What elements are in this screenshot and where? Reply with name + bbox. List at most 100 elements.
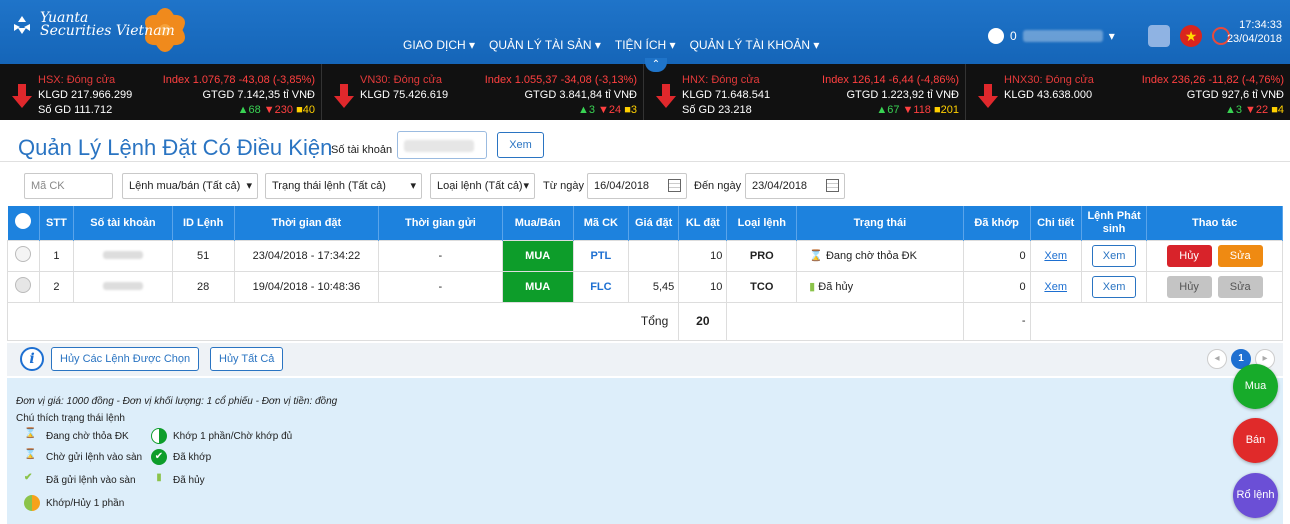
account-select[interactable] <box>397 131 487 159</box>
bulk-action-bar: i Hủy Các Lệnh Được Chọn Hủy Tất Cả ◂ 1 … <box>7 343 1283 376</box>
row-select-radio[interactable] <box>15 277 32 293</box>
cell-order-time: 19/04/2018 - 10:48:36 <box>233 270 380 303</box>
status-select[interactable]: Trạng thái lệnh (Tất cả) ▾ <box>265 173 422 199</box>
units-note: Đơn vị giá: 1000 đồng - Đơn vị khối lượn… <box>16 396 338 407</box>
user-account-prefix: 0 <box>1010 29 1017 43</box>
ticker-value: GTGD 927,6 tỉ VNĐ <box>1186 89 1284 101</box>
cell-generated: Xem <box>1080 239 1148 272</box>
cancel-all-button[interactable]: Hủy Tất Cả <box>210 347 284 371</box>
cell-order-id: 51 <box>171 239 235 272</box>
detail-link[interactable]: Xem <box>1044 281 1067 293</box>
select-all-radio[interactable] <box>15 213 32 230</box>
ticker-name: VN30: Đóng cửa <box>360 74 442 86</box>
cell-sent-time: - <box>378 270 503 303</box>
nav-account-management[interactable]: QUẢN LÝ TÀI KHOẢN ▾ <box>690 38 820 52</box>
info-icon[interactable]: i <box>20 347 44 371</box>
brand-name: Yuanta Securities Vietnam <box>40 11 175 38</box>
header-tools: ★ <box>1148 25 1230 47</box>
nav-utilities[interactable]: TIỆN ÍCH ▾ <box>615 38 676 52</box>
legend-label: Đã hủy <box>173 474 205 486</box>
user-menu[interactable]: 0 ▾ <box>988 28 1115 44</box>
table-row: 2 28 19/04/2018 - 10:48:36 - MUA FLC 5,4… <box>7 270 1283 303</box>
legend-label: Chờ gửi lệnh vào sàn <box>46 451 143 463</box>
down-arrow-icon <box>334 84 354 108</box>
column-header: Mua/Bán <box>502 206 574 240</box>
clock-time: 17:34:33 <box>1239 19 1282 31</box>
cancel-order-button: Hủy <box>1166 275 1212 298</box>
user-icon <box>988 28 1004 44</box>
edit-order-button: Sửa <box>1217 275 1263 298</box>
column-header: Lệnh Phát sinh <box>1081 206 1148 240</box>
cell-stock-code[interactable]: PTL <box>572 239 629 272</box>
ticker-down: ▼118 <box>902 104 931 116</box>
ticker-flat: ■40 <box>296 104 315 116</box>
cell-stt: 2 <box>38 270 75 303</box>
legend-panel: Đơn vị giá: 1000 đồng - Đơn vị khối lượn… <box>7 378 1283 524</box>
nav-asset-management[interactable]: QUẢN LÝ TÀI SẢN ▾ <box>489 38 601 52</box>
chevron-down-icon: ▾ <box>410 180 416 192</box>
order-basket-button[interactable]: Rổ lệnh <box>1233 473 1278 518</box>
brand-logo[interactable]: Yuanta Securities Vietnam <box>12 11 175 38</box>
column-header: Trạng thái <box>796 206 964 240</box>
chevron-down-icon: ▾ <box>246 180 252 192</box>
to-date-input[interactable]: 23/04/2018 <box>745 173 845 199</box>
edit-order-button[interactable]: Sửa <box>1217 244 1263 267</box>
column-header: Chi tiết <box>1030 206 1082 240</box>
buy-button[interactable]: Mua <box>1233 364 1278 409</box>
calendar-icon[interactable] <box>668 179 681 192</box>
id-card-icon[interactable] <box>1148 25 1170 47</box>
ticker-index: Index 1.076,78 -43,08 (-3,85%) <box>162 74 315 86</box>
column-header: Thời gian gửi <box>378 206 503 240</box>
column-header: Đã khớp <box>963 206 1031 240</box>
column-header: Thời gian đặt <box>234 206 380 240</box>
side-select[interactable]: Lệnh mua/bán (Tất cả) ▾ <box>122 173 258 199</box>
to-date-label: Đến ngày <box>694 180 742 192</box>
orders-table: STT Số tài khoản ID Lệnh Thời gian đặt T… <box>6 206 1284 341</box>
down-arrow-icon <box>12 84 32 108</box>
ticker-down: ▼22 <box>1245 104 1269 116</box>
column-header: Thao tác <box>1146 206 1283 240</box>
column-header: STT <box>39 206 75 240</box>
prev-page-button[interactable]: ◂ <box>1207 349 1227 369</box>
hourglass-check-icon: ⌛ <box>24 449 37 460</box>
legend-label: Khớp/Hủy 1 phần <box>46 497 125 509</box>
view-generated-button[interactable]: Xem <box>1092 244 1137 267</box>
ticker-up: ▲3 <box>577 104 595 116</box>
detail-link[interactable]: Xem <box>1044 250 1067 262</box>
vietnam-flag-icon[interactable]: ★ <box>1180 25 1202 47</box>
hourglass-icon: ⌛ <box>809 250 823 262</box>
ticker-trades: Số GD 111.712 <box>38 104 113 116</box>
status-text: Đang chờ thỏa ĐK <box>825 250 917 262</box>
trash-icon: ▮ <box>156 472 162 483</box>
cell-qty: 10 <box>678 239 728 272</box>
order-type-select[interactable]: Loại lệnh (Tất cả) ▾ <box>430 173 535 199</box>
to-date-value: 23/04/2018 <box>752 180 808 192</box>
cancel-selected-button[interactable]: Hủy Các Lệnh Được Chọn <box>51 347 200 371</box>
sell-button[interactable]: Bán <box>1233 418 1278 463</box>
ticker-flat: ■201 <box>934 104 959 116</box>
top-header: Yuanta Securities Vietnam GIAO DỊCH ▾ QU… <box>0 0 1290 64</box>
account-redacted <box>102 281 143 290</box>
cell-order-type: PRO <box>726 239 798 272</box>
calendar-icon[interactable] <box>826 179 839 192</box>
checkmark-icon: ✔ <box>24 472 33 483</box>
down-arrow-icon <box>656 84 676 108</box>
legend-label: Đã khớp <box>173 451 212 463</box>
view-button[interactable]: Xem <box>497 132 544 158</box>
cancel-order-button[interactable]: Hủy <box>1166 244 1212 267</box>
view-generated-button[interactable]: Xem <box>1092 275 1137 298</box>
ticker-value: GTGD 1.223,92 tỉ VNĐ <box>846 89 960 101</box>
cell-sent-time: - <box>378 239 503 272</box>
stock-code-input[interactable]: Mã CK <box>24 173 113 199</box>
from-date-value: 16/04/2018 <box>594 180 650 192</box>
cell-stock-code[interactable]: FLC <box>572 270 629 303</box>
row-select-radio[interactable] <box>15 246 32 262</box>
cell-order-time: 23/04/2018 - 17:34:22 <box>233 239 380 272</box>
legend-label: Đang chờ thỏa ĐK <box>46 430 129 442</box>
trash-icon: ▮ <box>809 281 816 293</box>
order-type-select-value: Loại lệnh (Tất cả) <box>437 180 523 192</box>
nav-trading[interactable]: GIAO DỊCH ▾ <box>403 38 475 52</box>
from-date-input[interactable]: 16/04/2018 <box>587 173 687 199</box>
cell-detail: Xem <box>1029 239 1082 272</box>
ticker-volume: KLGD 71.648.541 <box>682 89 771 101</box>
